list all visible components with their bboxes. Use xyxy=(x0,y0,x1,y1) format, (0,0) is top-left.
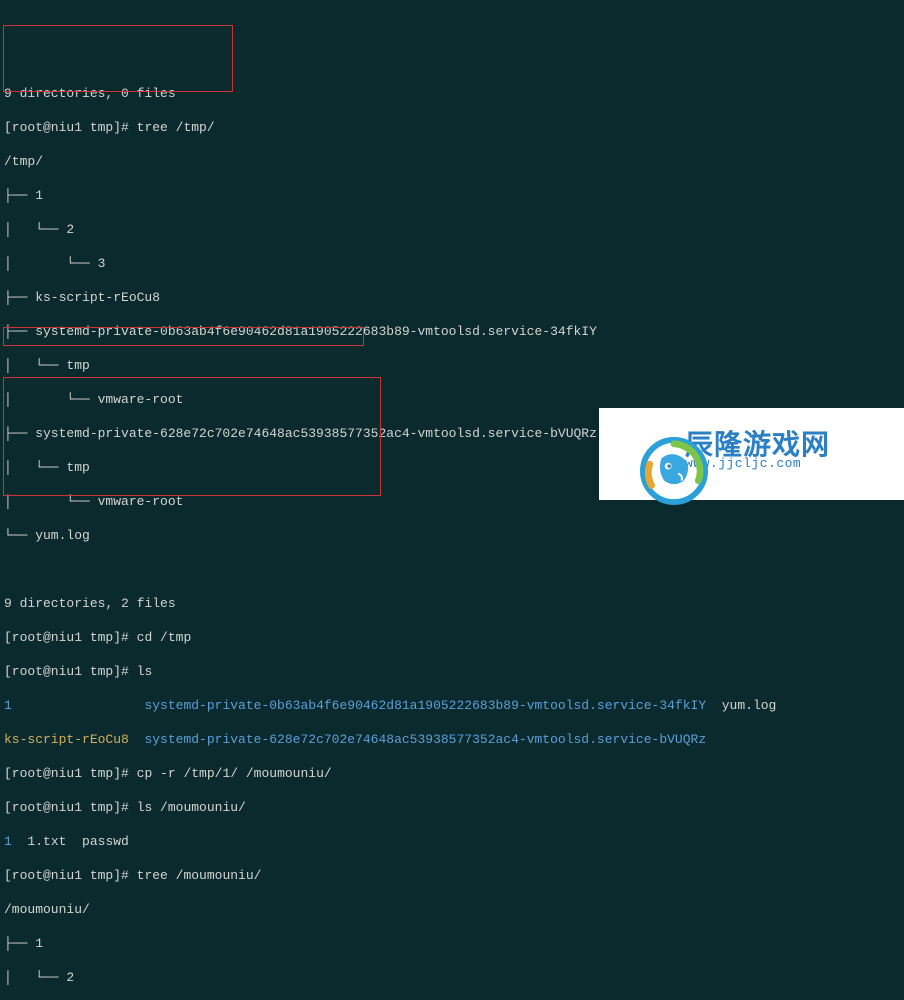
ls-output: 1 1.txt passwd xyxy=(4,833,900,850)
tree-line: ├── systemd-private-0b63ab4f6e90462d81a1… xyxy=(4,323,900,340)
ls-dir: systemd-private-0b63ab4f6e90462d81a19052… xyxy=(144,698,706,713)
prompt: [root@niu1 tmp]# xyxy=(4,664,129,679)
command-text: ls /moumouniu/ xyxy=(137,800,246,815)
tree-line: │ └── vmware-root xyxy=(4,391,900,408)
prompt-line: [root@niu1 tmp]# cp -r /tmp/1/ /moumouni… xyxy=(4,765,900,782)
terminal-output[interactable]: 9 directories, 0 files [root@niu1 tmp]# … xyxy=(0,68,904,1000)
command-text: tree /moumouniu/ xyxy=(137,868,262,883)
output-line: 9 directories, 0 files xyxy=(4,85,900,102)
tree-line: │ └── tmp xyxy=(4,357,900,374)
tree-line: └── yum.log xyxy=(4,527,900,544)
ls-exec: ks-script-rEoCu8 xyxy=(4,732,129,747)
ls-file: yum.log xyxy=(722,698,777,713)
command-text: cp -r /tmp/1/ /moumouniu/ xyxy=(137,766,332,781)
tree-root: /moumouniu/ xyxy=(4,901,900,918)
prompt-line: [root@niu1 tmp]# cd /tmp xyxy=(4,629,900,646)
tree-line: │ └── 3 xyxy=(4,255,900,272)
tree-line: │ └── 2 xyxy=(4,969,900,986)
output-line: 9 directories, 2 files xyxy=(4,595,900,612)
ls-output: ks-script-rEoCu8 systemd-private-628e72c… xyxy=(4,731,900,748)
command-text: cd /tmp xyxy=(137,630,192,645)
prompt: [root@niu1 tmp]# xyxy=(4,800,129,815)
prompt: [root@niu1 tmp]# xyxy=(4,766,129,781)
tree-line: ├── 1 xyxy=(4,935,900,952)
prompt-line: [root@niu1 tmp]# tree /tmp/ xyxy=(4,119,900,136)
tree-line: │ └── 2 xyxy=(4,221,900,238)
prompt: [root@niu1 tmp]# xyxy=(4,868,129,883)
prompt: [root@niu1 tmp]# xyxy=(4,630,129,645)
ls-dir: 1 xyxy=(4,834,12,849)
prompt: [root@niu1 tmp]# xyxy=(4,120,129,135)
ls-dir: 1 xyxy=(4,698,12,713)
watermark-logo-icon xyxy=(609,420,677,488)
ls-output: 1 systemd-private-0b63ab4f6e90462d81a190… xyxy=(4,697,900,714)
command-text: ls xyxy=(137,664,153,679)
ls-file: 1.txt xyxy=(27,834,66,849)
prompt-line: [root@niu1 tmp]# ls xyxy=(4,663,900,680)
command-text: tree /tmp/ xyxy=(137,120,215,135)
blank-line xyxy=(4,561,900,578)
ls-file: passwd xyxy=(82,834,129,849)
prompt-line: [root@niu1 tmp]# ls /moumouniu/ xyxy=(4,799,900,816)
tree-line: ├── ks-script-rEoCu8 xyxy=(4,289,900,306)
prompt-line: [root@niu1 tmp]# tree /moumouniu/ xyxy=(4,867,900,884)
watermark-overlay: 辰隆游戏网 www.jjcljc.com xyxy=(599,408,904,500)
tree-line: ├── 1 xyxy=(4,187,900,204)
tree-root: /tmp/ xyxy=(4,153,900,170)
ls-dir: systemd-private-628e72c702e74648ac539385… xyxy=(144,732,706,747)
